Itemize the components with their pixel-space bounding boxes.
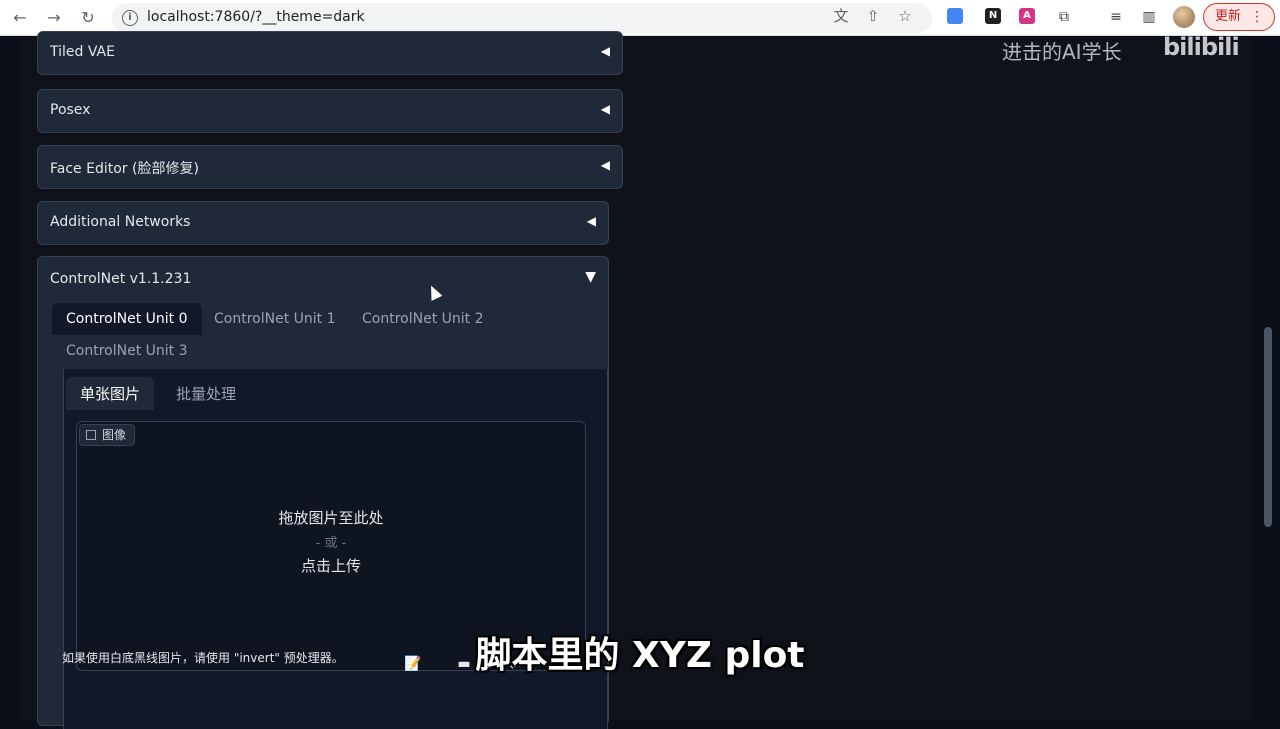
forward-icon[interactable]: →	[42, 6, 66, 30]
bilibili-logo: bilibili	[1163, 33, 1240, 61]
extension-notion-icon[interactable]: N	[985, 8, 1001, 24]
drop-or: - 或 -	[315, 536, 347, 551]
tab-controlnet-unit-2[interactable]: ControlNet Unit 2	[348, 303, 498, 335]
star-icon[interactable]: ☆	[895, 6, 915, 26]
back-icon[interactable]: ←	[8, 6, 32, 30]
extension-translate-icon[interactable]	[947, 8, 963, 24]
accordion-title: Posex	[50, 102, 91, 118]
accordion-title: Additional Networks	[50, 214, 191, 230]
video-subtitle: 脚本里的 XYZ plot	[475, 635, 805, 676]
update-button[interactable]: 更新 ⋮	[1203, 3, 1275, 31]
share-icon[interactable]: ⇧	[863, 6, 883, 26]
accordion-title: Face Editor (脸部修复)	[50, 161, 199, 177]
collapse-arrow-icon: ◀	[600, 44, 610, 58]
tab-batch[interactable]: 批量处理	[162, 377, 250, 410]
accordion-face-editor[interactable]: Face Editor (脸部修复) ◀	[37, 145, 623, 189]
extensions-puzzle-icon[interactable]: ⧉	[1053, 6, 1075, 28]
tab-controlnet-unit-1[interactable]: ControlNet Unit 1	[200, 303, 350, 335]
collapse-arrow-icon: ◀	[600, 158, 610, 172]
page-scrollbar[interactable]	[1264, 327, 1272, 527]
media-control-icon[interactable]: ≡	[1105, 6, 1127, 28]
accordion-tiled-vae[interactable]: Tiled VAE ◀	[37, 31, 623, 75]
address-bar[interactable]: i localhost:7860/?__theme=dark	[112, 3, 932, 33]
accordion-posex[interactable]: Posex ◀	[37, 89, 623, 133]
channel-watermark: 进击的AI学长	[1002, 40, 1122, 64]
controlnet-title[interactable]: ControlNet v1.1.231	[50, 271, 191, 287]
accordion-title: Tiled VAE	[50, 44, 115, 60]
collapse-arrow-icon: ◀	[586, 214, 596, 228]
translate-icon[interactable]: 文	[831, 6, 851, 26]
click-upload-text: 点击上传	[300, 557, 361, 575]
site-info-icon[interactable]: i	[122, 10, 138, 26]
drop-instruction: 拖放图片至此处	[278, 509, 384, 527]
tab-controlnet-unit-0[interactable]: ControlNet Unit 0	[52, 303, 202, 335]
image-icon	[86, 430, 96, 440]
reload-icon[interactable]: ↻	[76, 6, 100, 30]
expand-arrow-icon[interactable]: ▼	[585, 269, 596, 285]
tab-single-image[interactable]: 单张图片	[66, 377, 155, 410]
image-label: 图像	[79, 424, 136, 446]
webui-page: Tiled VAE ◀ Posex ◀ Face Editor (脸部修复) ◀…	[0, 31, 1280, 729]
collapse-arrow-icon: ◀	[600, 102, 610, 116]
update-label: 更新	[1215, 9, 1242, 24]
more-menu-icon[interactable]: ⋮	[1250, 4, 1264, 30]
url-text: localhost:7860/?__theme=dark	[147, 9, 365, 25]
side-panel-icon[interactable]: ▥	[1138, 6, 1160, 28]
profile-avatar[interactable]	[1173, 6, 1195, 28]
extension-ai-icon[interactable]: A	[1019, 8, 1035, 24]
accordion-additional-networks[interactable]: Additional Networks ◀	[37, 201, 609, 245]
tab-controlnet-unit-3[interactable]: ControlNet Unit 3	[52, 335, 202, 367]
